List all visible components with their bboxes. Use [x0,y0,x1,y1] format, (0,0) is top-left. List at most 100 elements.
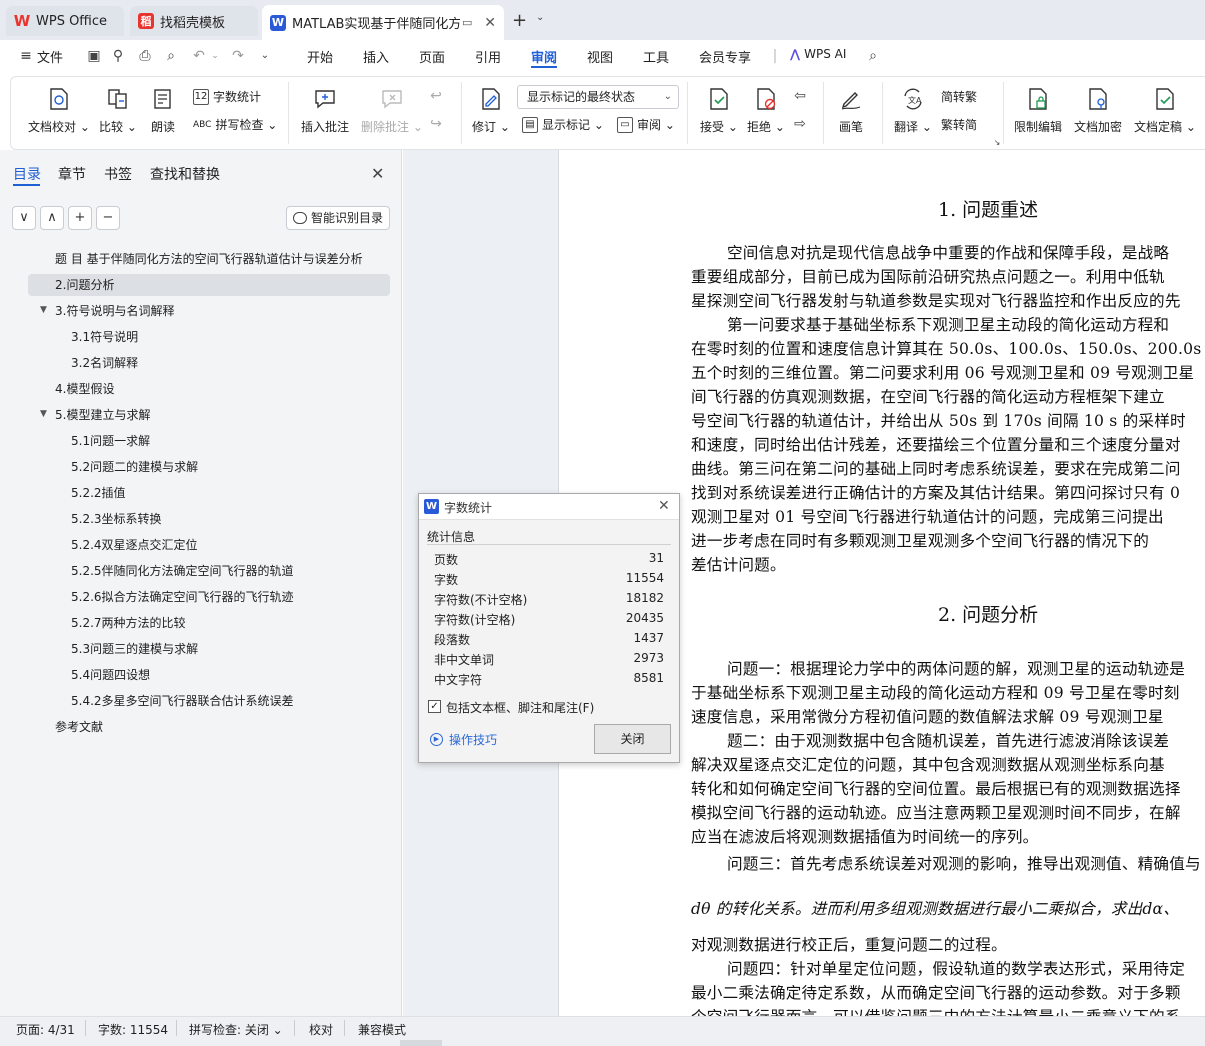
toc-item[interactable]: 5.2.6拟合方法确定空间飞行器的飞行轨迹 [71,586,294,608]
search-icon[interactable]: ⌕ [865,48,881,64]
toc-item[interactable]: 5.2.3坐标系转换 [71,508,162,530]
toc-item[interactable]: 3.2名词解释 [71,352,138,374]
expand-triangle-icon[interactable]: ▼ [40,409,47,419]
toc-item[interactable]: 题 目 基于伴随同化方法的空间飞行器轨道估计与误差分析 [55,248,363,270]
proofread-button[interactable]: 文档校对 ⌄ [28,86,90,135]
menu-insert[interactable]: 插入 [363,47,389,66]
paragraph-line: 号空间飞行器的轨道估计，并给出从 50s 到 170s 间隔 10 s 的采样时 [691,412,1186,430]
menu-member[interactable]: 会员专享 [699,47,751,66]
previous-change-icon[interactable]: ⇦ [792,88,808,104]
traditional-to-simplified-button[interactable]: 繁转简 [941,116,977,133]
insert-comment-button[interactable]: 插入批注 [301,86,349,135]
tips-link[interactable]: ▶ 操作技巧 [430,731,497,748]
page-indicator[interactable]: 页面: 4/31 [16,1021,75,1038]
track-changes-button[interactable]: 修订 ⌄ [472,86,510,135]
tab-bookmarks[interactable]: 书签 [104,164,132,184]
word-count-button[interactable]: 12 字数统计 [193,88,261,105]
spell-check-button[interactable]: ABC 拼写检查 ⌄ [193,116,277,133]
tab-find-replace[interactable]: 查找和替换 [150,164,220,184]
redo-icon[interactable]: ↷ [230,48,246,64]
expand-all-button[interactable]: ∨ [12,206,36,230]
toc-item[interactable]: 5.3问题三的建模与求解 [71,638,198,660]
toc-item[interactable]: 5.4.2多星多空间飞行器联合估计系统误差 [71,690,294,712]
menu-page[interactable]: 页面 [419,47,445,66]
delete-comment-button[interactable]: 删除批注 ⌄ [361,86,423,135]
toc-item[interactable]: 4.模型假设 [55,378,114,400]
save-icon[interactable]: ▣ [86,48,102,64]
compare-button[interactable]: 比较 ⌄ [99,86,137,135]
include-textboxes-label[interactable]: 包括文本框、脚注和尾注(F) [446,699,594,716]
toc-item[interactable]: 5.2.2插值 [71,482,126,504]
show-markup-icon: ▤ [522,116,538,133]
stat-row-pages: 页数 31 [434,551,664,571]
menu-tools[interactable]: 工具 [643,47,669,66]
display-state-select[interactable]: 显示标记的最终状态 ⌄ [517,85,679,109]
translate-button[interactable]: 文A 翻译 ⌄ [894,86,932,135]
pen-button[interactable]: 画笔 [838,86,864,135]
toc-item[interactable]: 5.4问题四设想 [71,664,150,686]
compat-mode-indicator: 兼容模式 [358,1023,407,1037]
smart-toc-button[interactable]: 智能识别目录 [286,206,390,230]
accept-button[interactable]: 接受 ⌄ [700,86,738,135]
new-tab-button[interactable]: + [512,10,527,31]
menu-view[interactable]: 视图 [587,47,613,66]
encrypt-button[interactable]: 文档加密 [1074,86,1122,135]
toc-item[interactable]: 5.2.7两种方法的比较 [71,612,186,634]
undo-icon[interactable]: ↶ [191,48,207,64]
toc-item-selected[interactable]: 2.问题分析 [28,274,390,296]
more-chevron-icon[interactable]: ⌄ [257,48,273,64]
menu-home[interactable]: 开始 [307,47,333,66]
horizontal-scrollbar[interactable] [400,1040,442,1046]
include-textboxes-checkbox[interactable]: ✓ [428,700,441,713]
menu-icon[interactable]: ≡ [16,48,36,64]
file-menu[interactable]: 文件 [37,47,63,66]
simplified-to-traditional-button[interactable]: 简转繁 [941,88,977,105]
docer-logo-icon: 稻 [138,13,154,29]
show-markup-button[interactable]: ▤ 显示标记 ⌄ [522,116,604,133]
add-heading-button[interactable]: + [68,206,92,230]
toc-item[interactable]: 5.2.4双星逐点交汇定位 [71,534,198,556]
reject-button[interactable]: 拒绝 ⌄ [747,86,785,135]
tab-preview-icon[interactable]: ▭ [462,16,472,29]
review-pane-button[interactable]: ▭ 审阅 ⌄ [617,116,675,133]
tab-active-document[interactable]: W MATLAB实现基于伴随同化方 ▭ ✕ [262,5,504,40]
print-icon[interactable]: ⎙ [137,48,153,64]
remove-heading-button[interactable]: − [96,206,120,230]
toc-item[interactable]: 5.模型建立与求解 [55,404,150,426]
toc-item[interactable]: 3.符号说明与名词解释 [55,300,174,322]
toc-item[interactable]: 5.1问题一求解 [71,430,150,452]
divider [176,1020,177,1036]
toc-item[interactable]: 5.2.5伴随同化方法确定空间飞行器的轨道 [71,560,294,582]
spell-check-indicator[interactable]: 拼写检查: 关闭 ⌄ [189,1021,283,1038]
finalize-button[interactable]: 文档定稿 ⌄ [1134,86,1196,135]
previous-comment-icon[interactable]: ↩ [428,88,444,104]
dialog-close-button[interactable]: 关闭 [594,724,671,754]
print-preview-icon[interactable]: ⌕ [163,48,179,64]
menu-references[interactable]: 引用 [475,47,501,66]
wps-ai-button[interactable]: ⋀ WPS AI [790,47,846,61]
tab-wps-office[interactable]: W WPS Office [6,6,124,36]
toc-item[interactable]: 参考文献 [55,716,103,738]
next-comment-icon[interactable]: ↪ [428,116,444,132]
close-icon[interactable]: ✕ [658,498,670,514]
restrict-edit-button[interactable]: 限制编辑 [1014,86,1062,135]
chevron-down-icon[interactable]: ⌄ [207,48,223,64]
play-icon: ▶ [430,733,443,746]
read-aloud-button[interactable]: 朗读 [150,86,176,135]
collapse-all-button[interactable]: ∧ [40,206,64,230]
tab-docer-templates[interactable]: 稻 找稻壳模板 [130,6,258,36]
expand-triangle-icon[interactable]: ▼ [40,305,47,315]
next-change-icon[interactable]: ⇨ [792,116,808,132]
word-count-indicator[interactable]: 字数: 11554 [98,1021,168,1038]
toc-item[interactable]: 3.1符号说明 [71,326,138,348]
proofread-indicator[interactable]: 校对 [309,1021,333,1038]
share-icon[interactable]: ⚲ [110,48,126,64]
close-icon[interactable]: ✕ [371,164,384,183]
toc-item[interactable]: 5.2问题二的建模与求解 [71,456,198,478]
close-icon[interactable]: ✕ [484,15,496,31]
review-pane-label: 审阅 [637,118,662,132]
chevron-down-icon[interactable]: ⌄ [536,12,544,23]
tab-toc[interactable]: 目录 [13,164,41,184]
menu-review[interactable]: 审阅 [531,47,557,66]
tab-chapters[interactable]: 章节 [58,164,86,184]
